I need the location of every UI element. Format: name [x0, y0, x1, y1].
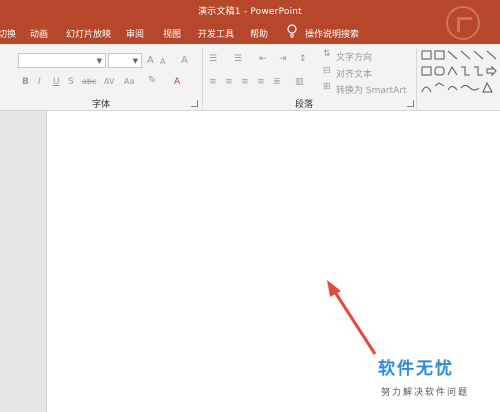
tell-me-search[interactable]: 操作说明搜索: [305, 27, 359, 40]
font-color-button[interactable]: A: [174, 77, 180, 87]
group-label-font: 字体: [92, 100, 111, 110]
text-shadow-button[interactable]: S: [68, 77, 74, 87]
watermark: 软件无忧 努力解决软件问题: [378, 354, 498, 404]
tab-slideshow[interactable]: 幻灯片放映: [66, 27, 111, 40]
change-case-button[interactable]: Aa: [124, 77, 134, 86]
font-name-combo[interactable]: ▼: [18, 53, 106, 68]
window-title: 演示文稿1 - PowerPoint: [198, 7, 302, 17]
chevron-down-icon: ▼: [96, 57, 102, 65]
slide-thumbnail-pane[interactable]: [0, 111, 47, 412]
align-right-icon[interactable]: ≡: [241, 77, 249, 87]
group-label-paragraph: 段落: [295, 100, 314, 110]
line-spacing-icon[interactable]: ↕: [299, 54, 307, 64]
group-separator: [416, 48, 417, 110]
text-direction-icon: ⇅: [323, 49, 331, 59]
chevron-down-icon: ▼: [132, 57, 138, 65]
ribbon-tab-bar: 切换 动画 幻灯片放映 审阅 视图 开发工具 帮助 操作说明搜索: [0, 20, 500, 44]
paragraph-dialog-launcher-icon[interactable]: [407, 100, 414, 107]
character-spacing-button[interactable]: AV: [104, 77, 114, 86]
increase-indent-icon[interactable]: ⇥: [279, 54, 287, 64]
shapes-gallery[interactable]: [419, 48, 500, 96]
align-left-icon[interactable]: ≡: [209, 77, 217, 87]
group-separator: [202, 48, 203, 110]
shrink-font-button[interactable]: A: [160, 57, 165, 66]
align-text-button[interactable]: 对齐文本: [336, 67, 372, 80]
columns-icon[interactable]: ▥: [295, 77, 304, 87]
underline-button[interactable]: U: [53, 77, 60, 87]
tab-animations[interactable]: 动画: [30, 27, 48, 40]
numbering-icon[interactable]: ☰: [234, 54, 242, 64]
lightbulb-icon: [287, 24, 297, 38]
justify-icon[interactable]: ≡: [257, 77, 265, 87]
italic-button[interactable]: I: [38, 77, 41, 87]
faded-logo-icon: [446, 6, 480, 40]
tab-transitions[interactable]: 切换: [0, 27, 16, 40]
font-dialog-launcher-icon[interactable]: [191, 100, 198, 107]
title-bar: 演示文稿1 - PowerPoint: [0, 0, 500, 20]
tab-developer[interactable]: 开发工具: [198, 27, 234, 40]
font-size-combo[interactable]: ▼: [108, 53, 142, 68]
bullets-icon[interactable]: ☰: [209, 54, 217, 64]
align-center-icon[interactable]: ≡: [225, 77, 233, 87]
smartart-icon: ⊞: [323, 82, 331, 92]
text-direction-button[interactable]: 文字方向: [336, 50, 372, 63]
tab-help[interactable]: 帮助: [250, 27, 268, 40]
align-text-icon: ⊟: [323, 66, 331, 76]
highlight-icon[interactable]: ✎: [148, 75, 156, 86]
decrease-indent-icon[interactable]: ⇤: [259, 54, 267, 64]
convert-smartart-button[interactable]: 转换为 SmartArt: [336, 83, 406, 96]
clear-format-button[interactable]: A: [181, 55, 188, 66]
watermark-title: 软件无忧: [378, 359, 454, 379]
distribute-icon[interactable]: ≣: [273, 77, 281, 87]
strikethrough-button[interactable]: abc: [82, 77, 96, 86]
shapes-icon: [421, 50, 497, 93]
watermark-subtitle: 努力解决软件问题: [381, 388, 470, 398]
bold-button[interactable]: B: [22, 77, 29, 87]
tab-view[interactable]: 视图: [163, 27, 181, 40]
grow-font-button[interactable]: A: [147, 55, 154, 66]
tab-review[interactable]: 审阅: [126, 27, 144, 40]
